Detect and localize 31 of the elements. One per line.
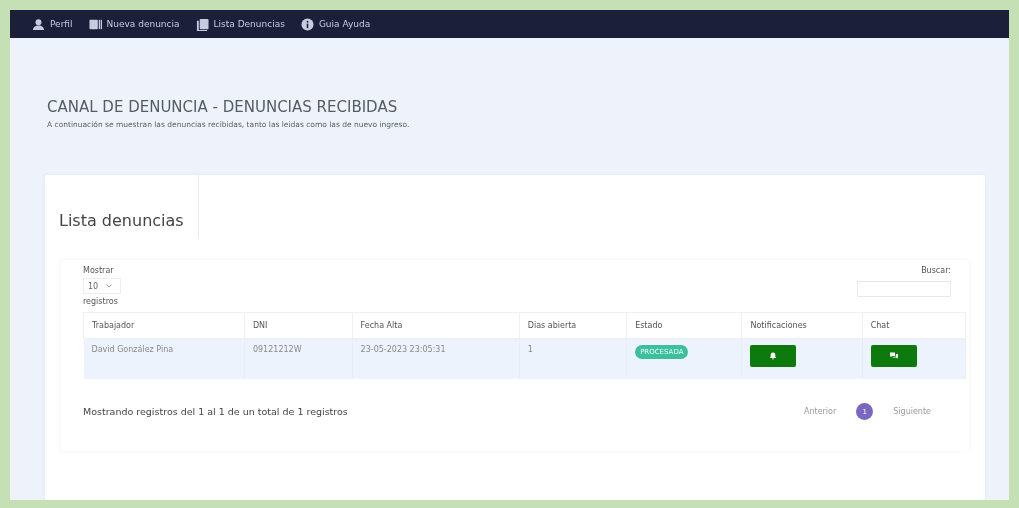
id-card-icon	[88, 17, 102, 31]
chat-icon	[889, 352, 898, 360]
info-icon	[300, 17, 314, 31]
length-label: registros	[83, 297, 119, 306]
nav-link[interactable]: Perfil	[32, 17, 73, 31]
nav-link[interactable]: Nueva denuncia	[88, 17, 180, 31]
column-header[interactable]: Dias abierta	[519, 312, 627, 339]
column-header[interactable]: Notificaciones	[741, 312, 863, 339]
bell-icon	[769, 352, 778, 360]
chevron-down-icon	[106, 284, 113, 288]
table-cell: David González Pina	[83, 338, 245, 379]
column-header[interactable]: Estado	[626, 312, 742, 339]
nav-link[interactable]: Guia Ayuda	[300, 17, 371, 31]
document-list-icon	[195, 17, 209, 31]
card-title: Lista denuncias	[45, 175, 199, 238]
chat-button[interactable]	[870, 345, 917, 367]
notifications-button[interactable]	[750, 345, 797, 367]
column-header[interactable]: Chat	[862, 312, 966, 339]
table-info: Mostrando registros del 1 al 1 de un total de 1 registros	[83, 406, 348, 417]
page-length-select[interactable]: 10	[83, 278, 121, 294]
column-header[interactable]: Fecha Alta	[352, 312, 520, 339]
table-cell: 23-05-2023 23:05:31	[352, 338, 520, 379]
table-cell: 09121212W	[244, 338, 353, 379]
page-title: CANAL DE DENUNCIA - DENUNCIAS RECIBIDAS	[47, 98, 399, 116]
table-cell: 1	[519, 338, 627, 379]
column-header[interactable]: DNI	[244, 312, 353, 339]
search-label: Buscar:	[921, 266, 951, 275]
person-icon	[32, 17, 45, 31]
column-header[interactable]: Trabajador	[83, 312, 245, 339]
nav-link[interactable]: Lista Denuncias	[195, 17, 285, 31]
length-label: Mostrar	[83, 266, 115, 275]
